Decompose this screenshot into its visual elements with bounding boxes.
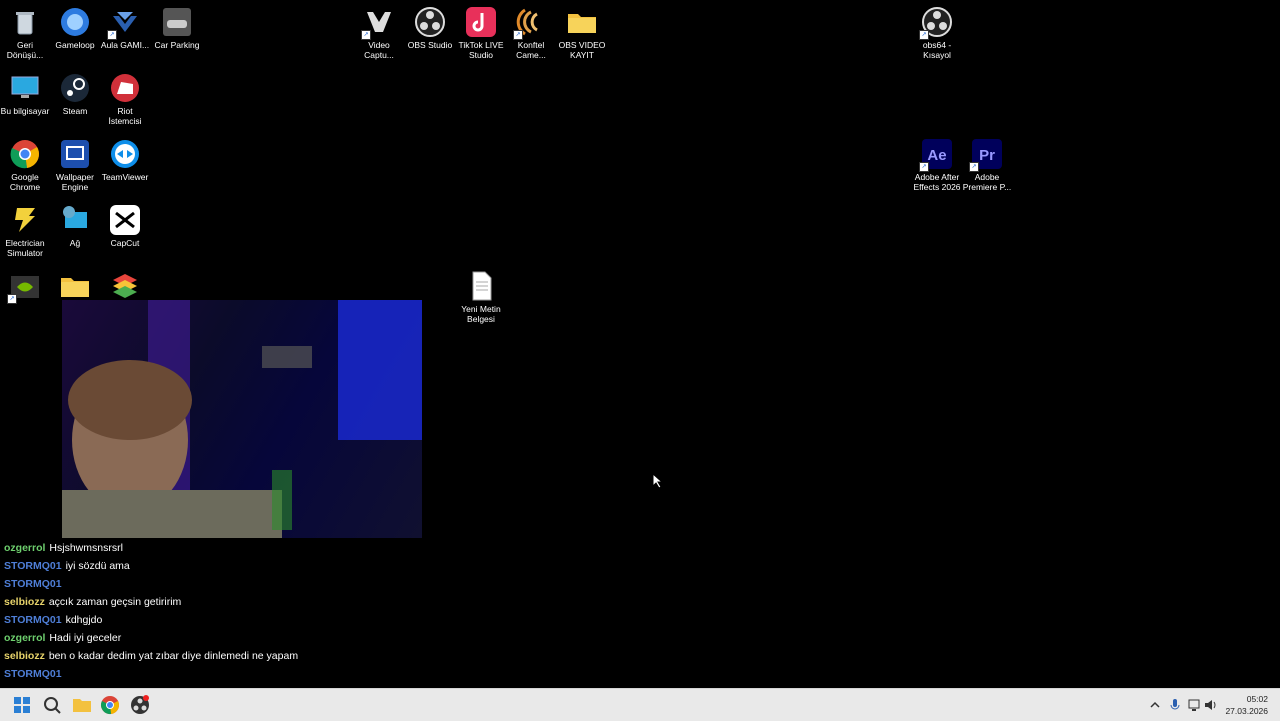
car-parking-icon — [161, 6, 193, 38]
start-button[interactable] — [12, 695, 32, 715]
clock[interactable]: 05:02 27.03.2026 — [1225, 693, 1268, 717]
text-file-icon — [465, 270, 497, 302]
folder-icon — [59, 270, 91, 302]
chat-text: açcık zaman geçsin getiririm — [48, 596, 182, 608]
chrome-icon — [9, 138, 41, 170]
riot-icon — [109, 72, 141, 104]
taskbar: 05:02 27.03.2026 — [0, 688, 1280, 721]
desktop-icon-after-effects[interactable]: Ae ↗ Adobe After Effects 2026 — [912, 134, 962, 192]
svg-text:Ae: Ae — [927, 147, 946, 164]
desktop-icon-wallpaper-engine[interactable]: Wallpaper Engine — [50, 134, 100, 192]
chat-message: ozgerrol Hadi iyi geceler — [4, 632, 304, 645]
webcam-video — [62, 300, 422, 538]
desktop-icon-recycle-bin[interactable]: Geri Dönüşü... — [0, 2, 50, 60]
webcam-overlay — [62, 300, 422, 538]
desktop[interactable]: Geri Dönüşü... Gameloop ↗ Aula GAMI... C… — [0, 0, 1280, 688]
chat-message: selbiozz ben o kadar dedim yat zıbar diye… — [4, 650, 304, 663]
desktop-icon-capcut[interactable]: CapCut — [100, 200, 150, 248]
obs-icon — [131, 695, 149, 714]
gameloop-icon — [59, 6, 91, 38]
desktop-icon-premiere[interactable]: Pr ↗ Adobe Premiere P... — [962, 134, 1012, 192]
desktop-icon-chrome[interactable]: Google Chrome — [0, 134, 50, 192]
chevron-up-icon[interactable] — [1150, 700, 1160, 710]
nvidia-icon: ↗ — [7, 270, 41, 304]
taskbar-obs[interactable] — [130, 695, 150, 715]
chat-text: Hadi iyi geceler — [49, 632, 122, 644]
chat-username: STORMQ01 — [4, 578, 62, 590]
chat-text: Hsjshwmsnsrsrl — [49, 542, 123, 554]
desktop-icon-teamviewer[interactable]: TeamViewer — [100, 134, 150, 182]
chat-overlay: ozgerrol Hsjshwmsnsrsrl STORMQ01 iyi sözdü… — [4, 542, 304, 686]
steam-icon — [59, 72, 91, 104]
wallpaper-engine-icon — [59, 138, 91, 170]
volume-icon[interactable] — [1204, 698, 1218, 712]
desktop-icon-gameloop[interactable]: Gameloop — [50, 2, 100, 50]
windows-icon — [14, 697, 30, 713]
folder-icon — [566, 6, 598, 38]
after-effects-icon: Ae ↗ — [919, 138, 953, 172]
chat-username: ozgerrol — [4, 632, 46, 644]
search-icon — [44, 697, 61, 714]
teamviewer-icon — [109, 138, 141, 170]
recycle-bin-icon — [9, 6, 41, 38]
desktop-icon-video-capture[interactable]: ↗ Video Captu... — [354, 2, 404, 60]
system-tray: 05:02 27.03.2026 — [1140, 689, 1280, 721]
chat-username: selbiozz — [4, 596, 45, 608]
electrician-icon — [9, 204, 41, 236]
desktop-icon-electrician-simulator[interactable]: Electrician Simulator — [0, 200, 50, 258]
premiere-icon: Pr ↗ — [969, 138, 1003, 172]
desktop-icon-aula[interactable]: ↗ Aula GAMI... — [100, 2, 150, 50]
konftel-icon: ↗ — [513, 6, 547, 40]
aula-icon: ↗ — [107, 6, 141, 40]
desktop-icon-nvidia[interactable]: ↗ — [0, 266, 50, 304]
desktop-icon-tiktok[interactable]: TikTok LIVE Studio — [456, 2, 506, 60]
chat-text: kdhgjdo — [65, 614, 103, 626]
folder-icon — [73, 699, 91, 712]
chat-username: STORMQ01 — [4, 560, 62, 572]
network-status-icon[interactable] — [1188, 698, 1202, 712]
chat-message: STORMQ01 iyi sözdü ama — [4, 560, 304, 573]
taskbar-file-explorer[interactable] — [72, 695, 92, 715]
chat-message: STORMQ01 kdhgjdo — [4, 614, 304, 627]
network-icon — [59, 204, 91, 236]
chat-message: STORMQ01 — [4, 668, 304, 681]
clock-date: 27.03.2026 — [1225, 706, 1268, 716]
chrome-icon — [101, 696, 119, 715]
bluestacks-icon — [109, 270, 141, 302]
desktop-icon-konftel[interactable]: ↗ Konftel Came... — [506, 2, 556, 60]
mouse-cursor-icon — [652, 473, 664, 489]
desktop-icon-network[interactable]: Ağ — [50, 200, 100, 248]
chat-message: ozgerrol Hsjshwmsnsrsrl — [4, 542, 304, 555]
desktop-icon-steam[interactable]: Steam — [50, 68, 100, 116]
microphone-icon[interactable] — [1170, 698, 1180, 712]
desktop-icon-bluestacks[interactable] — [100, 266, 150, 304]
chat-text: ben o kadar dedim yat zıbar diye dinleme… — [48, 650, 299, 662]
svg-text:Pr: Pr — [979, 147, 995, 164]
chat-text: iyi sözdü ama — [65, 560, 130, 572]
desktop-icon-this-pc[interactable]: Bu bilgisayar — [0, 68, 50, 116]
search-button[interactable] — [42, 695, 62, 715]
chat-username: ozgerrol — [4, 542, 46, 554]
tiktok-icon — [465, 6, 497, 38]
taskbar-chrome[interactable] — [100, 695, 120, 715]
chat-message: selbiozz açcık zaman geçsin getiririm — [4, 596, 304, 609]
desktop-icon-new-text-document[interactable]: Yeni Metin Belgesi — [456, 266, 506, 324]
desktop-icon-obs64[interactable]: ↗ obs64 - Kısayol — [912, 2, 962, 60]
chat-message: STORMQ01 — [4, 578, 304, 591]
chat-username: STORMQ01 — [4, 668, 62, 680]
capcut-icon — [109, 204, 141, 236]
obs-icon — [414, 6, 446, 38]
obs-icon: ↗ — [919, 6, 953, 40]
desktop-icon-car-parking[interactable]: Car Parking — [152, 2, 202, 50]
desktop-icon-folder[interactable] — [50, 266, 100, 304]
desktop-icon-riot[interactable]: Riot İstemcisi — [100, 68, 150, 126]
video-capture-icon: ↗ — [361, 6, 395, 40]
clock-time: 05:02 — [1246, 694, 1268, 704]
chat-username: STORMQ01 — [4, 614, 62, 626]
desktop-icon-obs-video-kayit[interactable]: OBS VIDEO KAYIT — [557, 2, 607, 60]
desktop-icon-obs[interactable]: OBS Studio — [405, 2, 455, 50]
computer-icon — [9, 72, 41, 104]
chat-username: selbiozz — [4, 650, 45, 662]
